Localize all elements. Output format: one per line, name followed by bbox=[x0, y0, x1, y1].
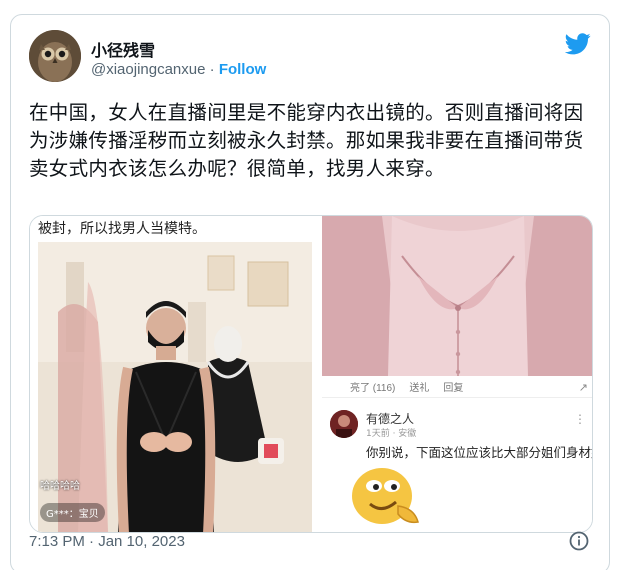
user-handle[interactable]: @xiaojingcanxue bbox=[91, 61, 205, 78]
commenter-avatar[interactable] bbox=[330, 410, 358, 438]
media-left-panel[interactable]: 被封，所以找男人当模特。 哈哈哈哈 G***：宝贝 bbox=[30, 216, 320, 532]
tweet-timestamp[interactable]: 7:13 PM · Jan 10, 2023 bbox=[29, 533, 185, 550]
media-caption: 被封，所以找男人当模特。 bbox=[38, 221, 206, 237]
comment-text: 你别说，下面这位应该比大部分姐们身材好 bbox=[366, 445, 593, 460]
display-name[interactable]: 小径残雪 bbox=[91, 37, 155, 61]
tweet-card: 小径残雪 @xiaojingcanxue · Follow 在中国，女人在直播间… bbox=[10, 14, 610, 570]
handle-row: @xiaojingcanxue · Follow bbox=[91, 61, 266, 78]
tweet-text: 在中国，女人在直播间里是不能穿内衣出镜的。否则直播间将因为涉嫌传播淫秽而立刻被永… bbox=[29, 101, 584, 180]
comment-action-bar: 亮了 (116) 送礼 回复 bbox=[322, 376, 592, 398]
share-icon[interactable]: ↗ bbox=[579, 381, 588, 394]
gift-action[interactable]: 送礼 bbox=[409, 379, 429, 394]
follow-button[interactable]: Follow bbox=[219, 61, 267, 78]
comment-author[interactable]: 有德之人 bbox=[366, 410, 414, 427]
owl-avatar-image bbox=[29, 30, 81, 82]
live-chat-user: G***：宝贝 bbox=[40, 503, 105, 522]
tweet-media[interactable]: 被封，所以找男人当模特。 哈哈哈哈 G***：宝贝 亮了 (116) 送礼 回复… bbox=[29, 215, 593, 533]
avatar[interactable] bbox=[29, 30, 81, 82]
media-right-top[interactable] bbox=[322, 216, 592, 376]
twitter-bird-icon[interactable] bbox=[565, 33, 591, 55]
pink-lingerie-photo bbox=[322, 216, 592, 376]
smirk-emoji-icon bbox=[352, 468, 419, 524]
reply-action[interactable]: 回复 bbox=[443, 379, 463, 394]
handle-separator: · bbox=[205, 61, 219, 78]
more-options-icon[interactable]: ⋮ bbox=[574, 412, 586, 426]
info-icon[interactable] bbox=[569, 531, 589, 551]
like-count[interactable]: 亮了 (116) bbox=[350, 379, 395, 394]
comment-meta: 1天前 · 安徽 bbox=[366, 429, 417, 439]
live-chat-message: 哈哈哈哈 bbox=[40, 481, 80, 492]
media-right-bottom[interactable]: 亮了 (116) 送礼 回复 ↗ 有德之人 1天前 · 安徽 ⋮ 你别说，下面这… bbox=[322, 376, 593, 532]
